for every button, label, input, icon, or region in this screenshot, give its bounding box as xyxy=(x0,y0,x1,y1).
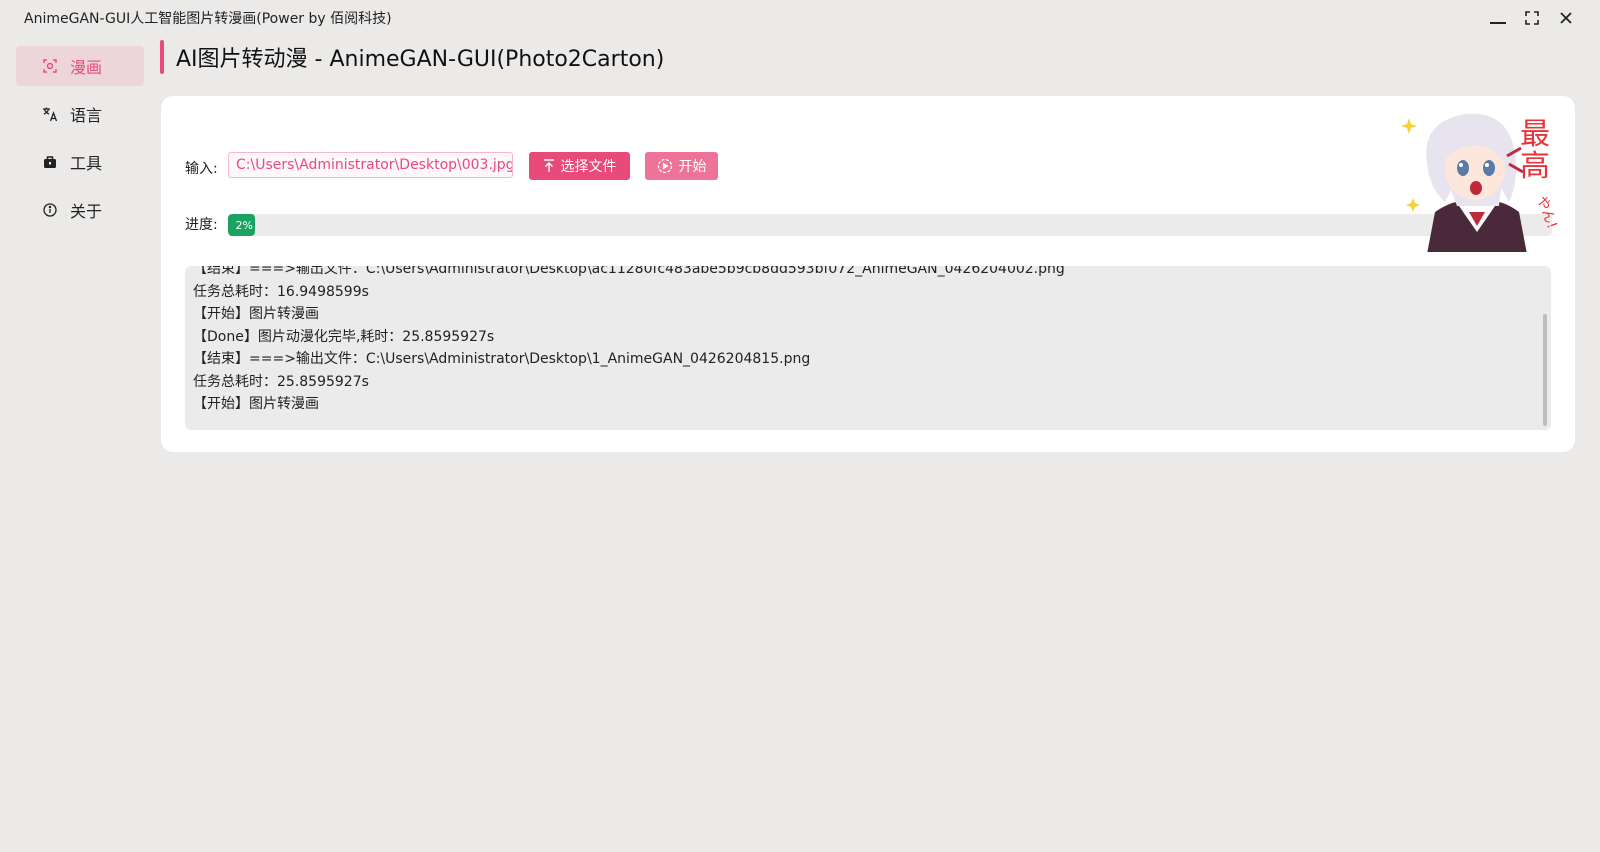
log-line: 任务总耗时：16.9498599s xyxy=(193,283,369,300)
input-label: 输入: xyxy=(185,161,218,177)
start-button[interactable]: 开始 xyxy=(645,152,718,180)
sidebar-item-label: 语言 xyxy=(70,106,103,125)
log-line: 【开始】图片转漫画 xyxy=(193,306,319,322)
sidebar-item-label: 工具 xyxy=(70,154,103,173)
minimize-button[interactable] xyxy=(1484,6,1512,30)
image-icon xyxy=(42,58,58,74)
main-card: 输入: C:\Users\Administrator\Desktop\003.j… xyxy=(161,96,1575,452)
mascot-text-2: 高 xyxy=(1520,149,1550,184)
mascot-text-3: やん! xyxy=(1533,194,1559,231)
select-file-label: 选择文件 xyxy=(560,159,617,175)
maximize-button[interactable] xyxy=(1518,6,1546,30)
play-circle-icon xyxy=(657,158,672,174)
progress-label: 进度: xyxy=(185,217,218,233)
log-output[interactable]: 【结束】===>输出文件：C:\Users\Administrator\Desk… xyxy=(185,266,1551,430)
toolbox-icon xyxy=(42,154,58,170)
maximize-icon xyxy=(1525,11,1539,25)
sidebar-item-about[interactable]: 关于 xyxy=(16,190,144,230)
info-icon xyxy=(42,202,58,218)
header-accent-bar xyxy=(160,40,164,74)
progress-text: 2% xyxy=(235,218,253,232)
log-line: 【结束】===>输出文件：C:\Users\Administrator\Desk… xyxy=(193,351,811,367)
progress-fill: 2% xyxy=(228,214,255,236)
select-file-button[interactable]: 选择文件 xyxy=(529,152,630,180)
close-icon xyxy=(1560,12,1572,24)
input-path-field[interactable]: C:\Users\Administrator\Desktop\003.jpg xyxy=(228,152,513,178)
close-button[interactable] xyxy=(1552,6,1580,30)
sidebar-item-label: 漫画 xyxy=(70,58,103,77)
sidebar-item-language[interactable]: 语言 xyxy=(16,94,144,134)
translate-icon xyxy=(42,106,58,122)
sidebar-nav: 漫画 语言 工具 关于 xyxy=(16,46,144,238)
page-title: AI图片转动漫 - AnimeGAN-GUI(Photo2Carton) xyxy=(176,47,665,72)
log-line: 任务总耗时：25.8595927s xyxy=(193,373,369,390)
sidebar-item-comic[interactable]: 漫画 xyxy=(16,46,144,86)
page-header: AI图片转动漫 - AnimeGAN-GUI(Photo2Carton) xyxy=(160,40,664,74)
start-label: 开始 xyxy=(678,159,707,175)
mascot-text-1: 最 xyxy=(1520,117,1550,152)
log-line: 【结束】===>输出文件：C:\Users\Administrator\Desk… xyxy=(193,266,1065,277)
minimize-icon xyxy=(1490,22,1506,24)
log-line: 【开始】图片转漫画 xyxy=(193,396,319,412)
mascot-illustration: 最 高 やん! xyxy=(1399,102,1560,254)
log-lines: 【结束】===>输出文件：C:\Users\Administrator\Desk… xyxy=(193,266,1535,416)
progress-bar: 2% xyxy=(228,214,1552,236)
sidebar-item-label: 关于 xyxy=(70,202,103,221)
log-line: 【Done】图片动漫化完毕,耗时：25.8595927s xyxy=(193,328,495,345)
window-title: AnimeGAN-GUI人工智能图片转漫画(Power by 佰阅科技) xyxy=(24,11,392,27)
title-bar: AnimeGAN-GUI人工智能图片转漫画(Power by 佰阅科技) xyxy=(0,0,1600,36)
sidebar-item-tools[interactable]: 工具 xyxy=(16,142,144,182)
upload-icon xyxy=(543,159,554,172)
log-scrollbar[interactable] xyxy=(1543,314,1547,426)
